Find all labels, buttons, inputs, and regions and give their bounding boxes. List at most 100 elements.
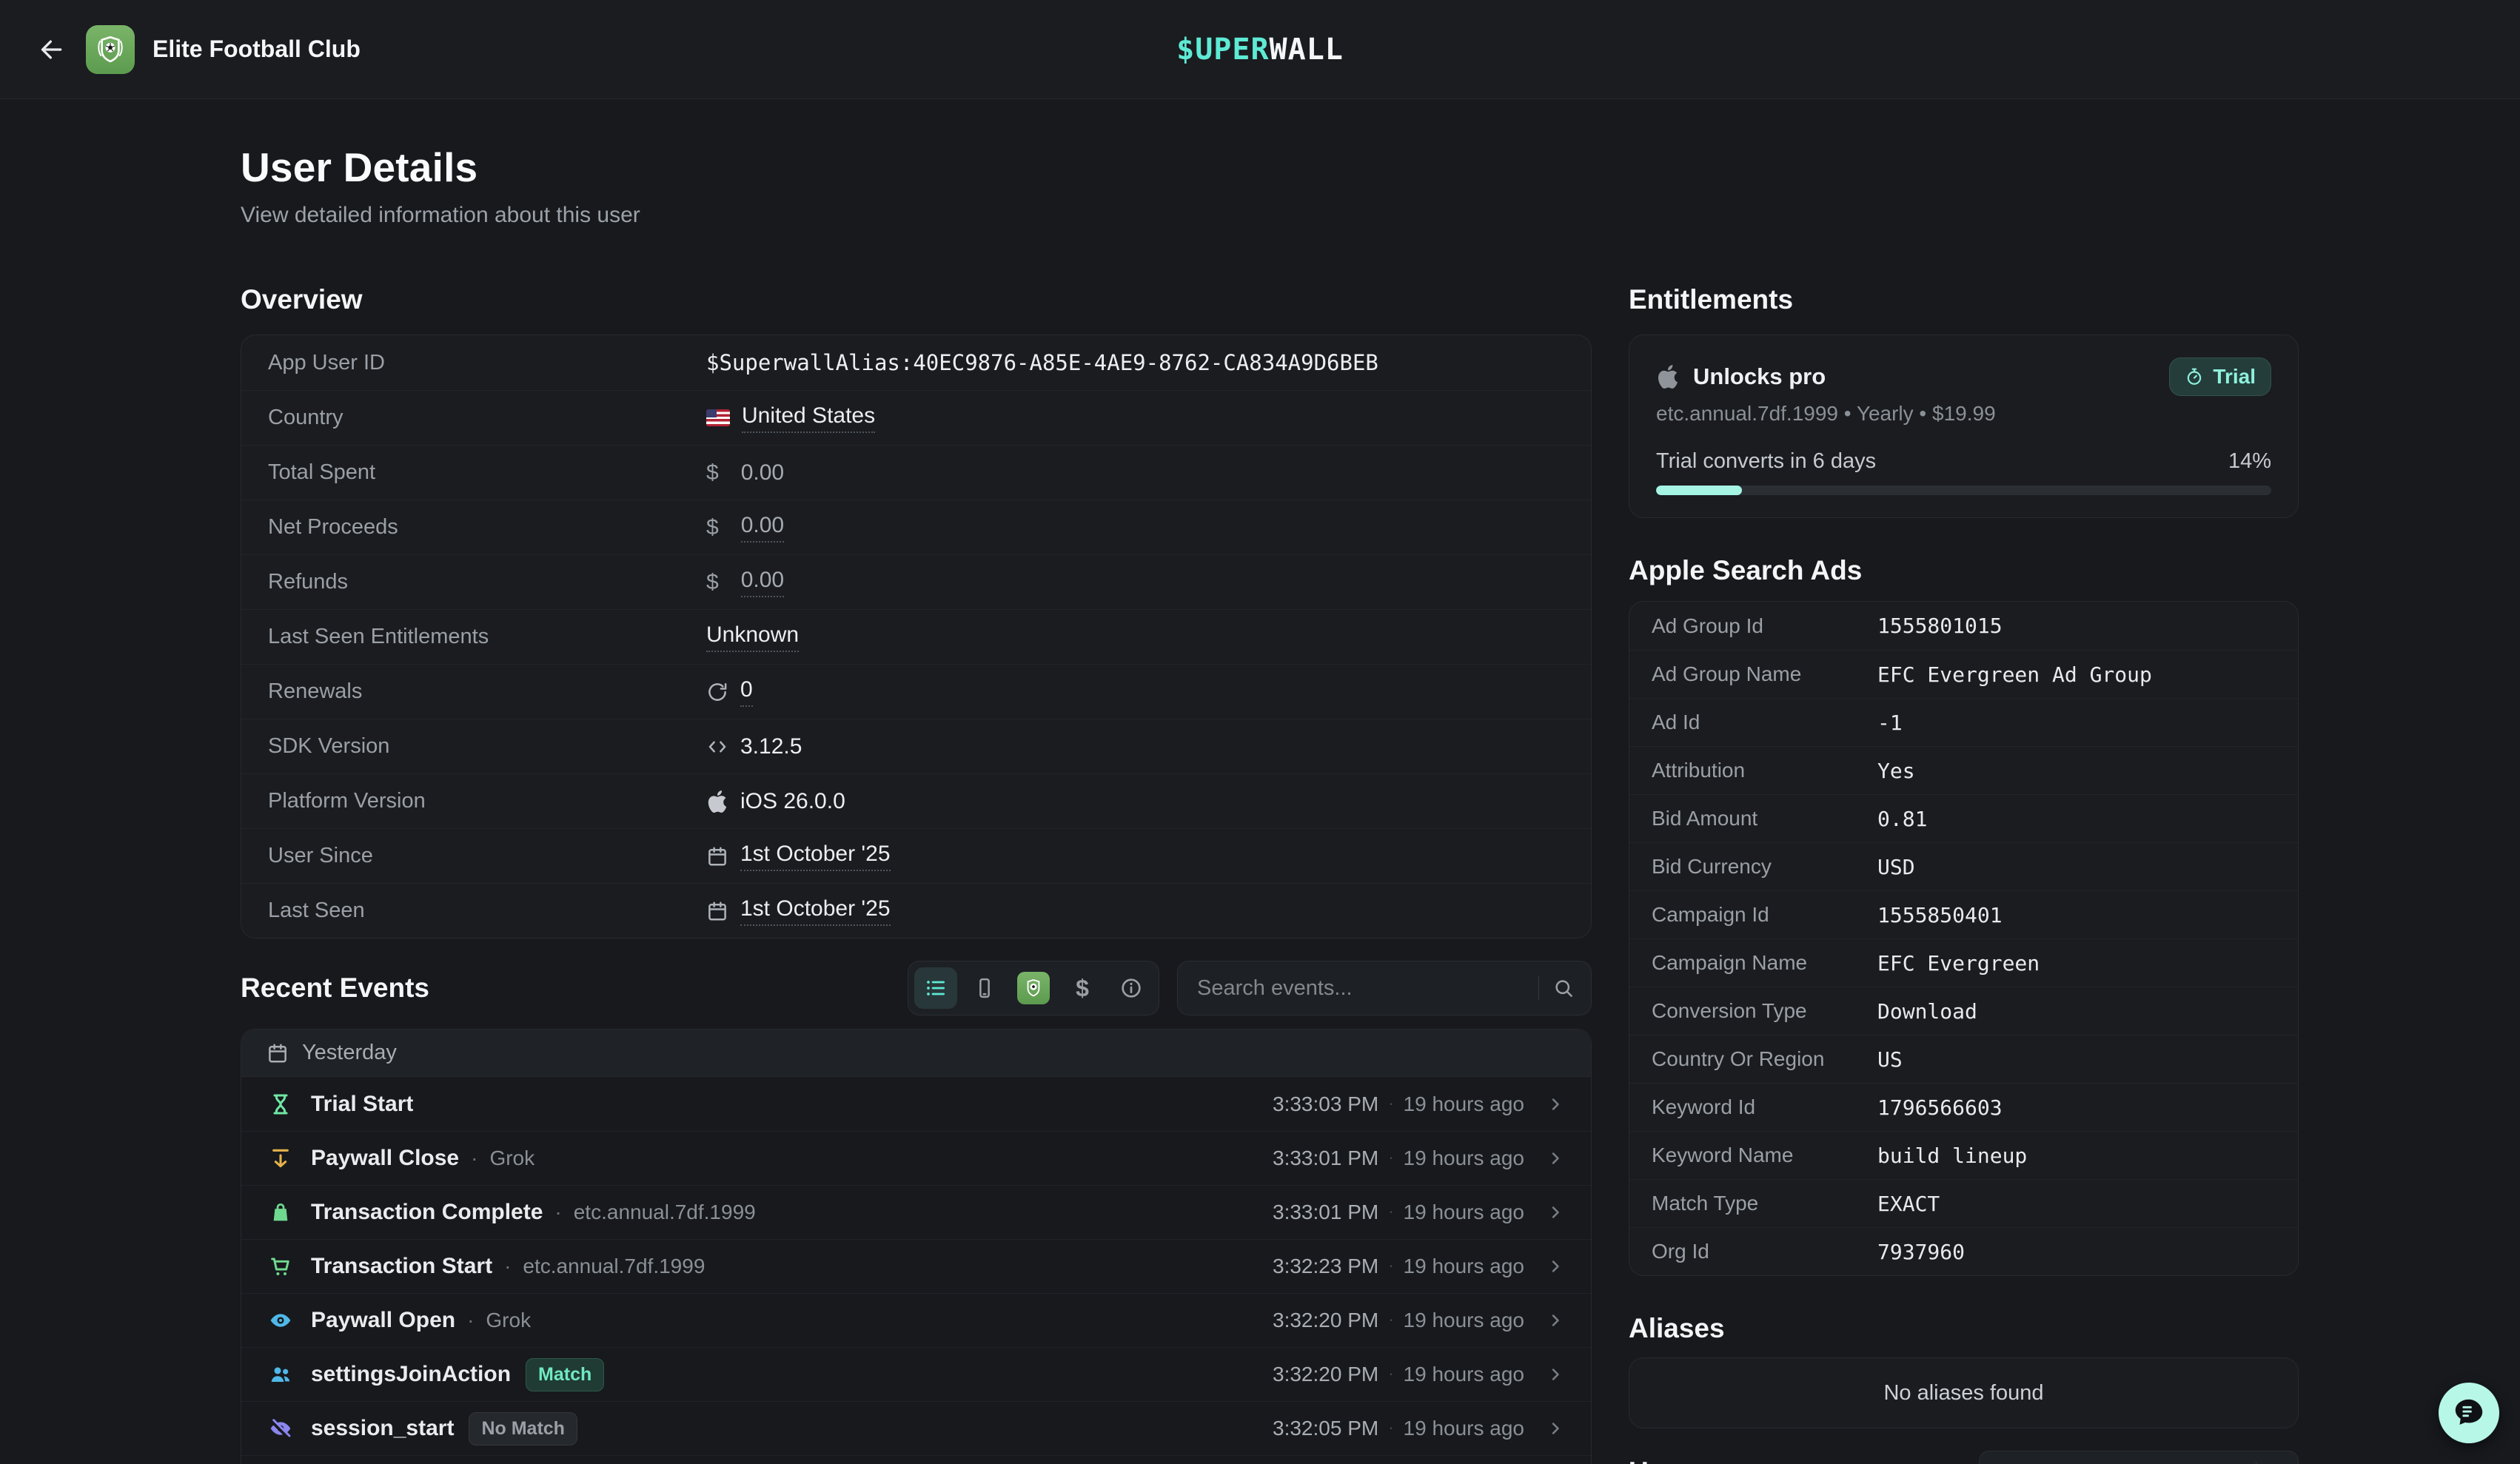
event-detail: Grok [486, 1309, 531, 1332]
event-ago: 19 hours ago [1404, 1201, 1524, 1224]
user-since-value[interactable]: 1st October '25 [740, 842, 891, 871]
row-label: Ad Group Name [1652, 662, 1877, 686]
net-proceeds-value[interactable]: 0.00 [741, 513, 784, 543]
main-content: User Details View detailed information a… [0, 99, 2520, 1464]
timer-icon [2185, 367, 2204, 386]
trial-progress-bar [1656, 486, 2271, 495]
events-list-card: Yesterday Trial Start 3:33:03 PM·19 hour… [241, 1029, 1592, 1464]
separator: · [467, 1309, 474, 1332]
event-time: 3:32:20 PM [1273, 1309, 1378, 1332]
overview-row-country: Country United States [241, 390, 1591, 445]
row-label: Country [268, 406, 706, 430]
overview-row-platform-version: Platform Version iOS 26.0.0 [241, 773, 1591, 828]
separator: · [504, 1255, 511, 1278]
entitlement-name: Unlocks pro [1693, 363, 1826, 390]
row-label: User Since [268, 844, 706, 868]
support-chat-button[interactable] [2439, 1383, 2499, 1443]
user-section-header: User [1629, 1451, 2299, 1464]
total-spent-value: 0.00 [741, 460, 784, 486]
event-name: Paywall Open [311, 1308, 455, 1333]
user-attributes-search-input[interactable] [1996, 1461, 2245, 1464]
filter-list-view-button[interactable] [914, 967, 957, 1009]
asa-row: AttributionYes [1629, 746, 2298, 794]
event-row-transaction-start[interactable]: Transaction Start · etc.annual.7df.1999 3… [241, 1239, 1591, 1293]
asa-row: Ad Group NameEFC Evergreen Ad Group [1629, 650, 2298, 698]
event-time: 3:32:23 PM [1273, 1255, 1378, 1278]
row-value: 0.81 [1877, 807, 1927, 831]
search-icon[interactable] [1552, 977, 1575, 999]
event-row-session-start-lower[interactable]: session_start No Match 3:32:05 PM·19 hou… [241, 1401, 1591, 1455]
logo-teal: $UPER [1176, 33, 1269, 67]
filter-device-button[interactable] [963, 967, 1006, 1009]
row-label: Bid Amount [1652, 807, 1877, 830]
row-value: EFC Evergreen Ad Group [1877, 662, 2152, 687]
separator: · [554, 1201, 561, 1224]
event-time: 3:33:03 PM [1273, 1092, 1378, 1116]
aliases-empty-text: No aliases found [1883, 1381, 2043, 1406]
info-icon [1119, 976, 1143, 1000]
renewals-value[interactable]: 0 [740, 677, 753, 707]
asa-row: Ad Group Id1555801015 [1629, 602, 2298, 650]
row-label: Platform Version [268, 789, 706, 813]
refunds-value[interactable]: 0.00 [741, 568, 784, 597]
last-seen-value[interactable]: 1st October '25 [740, 896, 891, 926]
overview-row-total-spent: Total Spent $0.00 [241, 445, 1591, 500]
row-label: App User ID [268, 351, 706, 375]
row-value: 1796566603 [1877, 1095, 2003, 1120]
trial-converts-text: Trial converts in 6 days [1656, 449, 1876, 474]
event-name: Transaction Complete [311, 1200, 543, 1225]
overview-row-net-proceeds: Net Proceeds $0.00 [241, 500, 1591, 554]
events-search-input[interactable] [1197, 976, 1525, 1001]
row-label: Country Or Region [1652, 1047, 1877, 1071]
chevron-right-icon [1545, 1202, 1566, 1223]
apple-icon [706, 790, 728, 813]
user-search-box [1979, 1451, 2299, 1464]
event-time: 3:32:20 PM [1273, 1363, 1378, 1386]
calendar-icon [706, 845, 728, 867]
entitlement-product-details: etc.annual.7df.1999 • Yearly • $19.99 [1656, 402, 2271, 426]
row-label: Keyword Id [1652, 1095, 1877, 1119]
event-row-trial-start[interactable]: Trial Start 3:33:03 PM·19 hours ago [241, 1077, 1591, 1131]
event-row-paywall-open[interactable]: Paywall Open ·Grok 3:32:20 PM·19 hours a… [241, 1293, 1591, 1347]
match-badge: Match [526, 1358, 604, 1391]
app-name: Elite Football Club [153, 36, 361, 63]
apple-search-ads-heading: Apple Search Ads [1629, 555, 2299, 586]
overview-heading: Overview [241, 284, 1592, 315]
country-value[interactable]: United States [742, 403, 875, 433]
event-ago: 19 hours ago [1404, 1255, 1524, 1278]
row-label: Match Type [1652, 1192, 1877, 1215]
us-flag-icon [706, 409, 730, 426]
filter-info-button[interactable] [1110, 967, 1153, 1009]
filter-app-button[interactable] [1012, 967, 1055, 1009]
row-value: Yes [1877, 759, 1915, 783]
chat-bubble-icon [2452, 1396, 2486, 1430]
separator: · [1389, 1368, 1393, 1381]
row-value: 1555850401 [1877, 903, 2003, 927]
event-row-transaction-complete[interactable]: Transaction Complete ·etc.annual.7df.199… [241, 1185, 1591, 1239]
asa-row: Ad Id-1 [1629, 698, 2298, 746]
event-name: session_start [311, 1416, 454, 1441]
event-name: Transaction Start [311, 1254, 492, 1279]
event-row-session-start[interactable]: Session Start 3:32:05 PM·19 hours ago [241, 1455, 1591, 1464]
row-value: EFC Evergreen [1877, 951, 2040, 976]
row-value: US [1877, 1047, 1903, 1072]
filter-revenue-button[interactable]: $ [1061, 967, 1104, 1009]
event-ago: 19 hours ago [1404, 1146, 1524, 1170]
trial-percent: 14% [2228, 449, 2271, 474]
chevron-right-icon [1545, 1094, 1566, 1115]
row-label: Conversion Type [1652, 999, 1877, 1023]
events-group-header: Yesterday [241, 1030, 1591, 1077]
aliases-card: No aliases found [1629, 1357, 2299, 1428]
users-icon [267, 1363, 295, 1386]
last-seen-entitlements-value[interactable]: Unknown [706, 622, 799, 652]
page-subtitle: View detailed information about this use… [241, 203, 2299, 228]
back-button[interactable] [34, 32, 70, 67]
event-row-paywall-close[interactable]: Paywall Close ·Grok 3:33:01 PM·19 hours … [241, 1131, 1591, 1185]
event-row-settings-join-action[interactable]: settingsJoinAction Match 3:32:20 PM·19 h… [241, 1347, 1591, 1401]
event-detail: etc.annual.7df.1999 [523, 1255, 705, 1278]
separator: · [471, 1146, 477, 1170]
user-heading: User [1629, 1457, 1689, 1464]
aliases-heading: Aliases [1629, 1313, 2299, 1344]
asa-row: Keyword Namebuild lineup [1629, 1131, 2298, 1179]
superwall-logo[interactable]: $UPERWALL [1176, 33, 1344, 67]
